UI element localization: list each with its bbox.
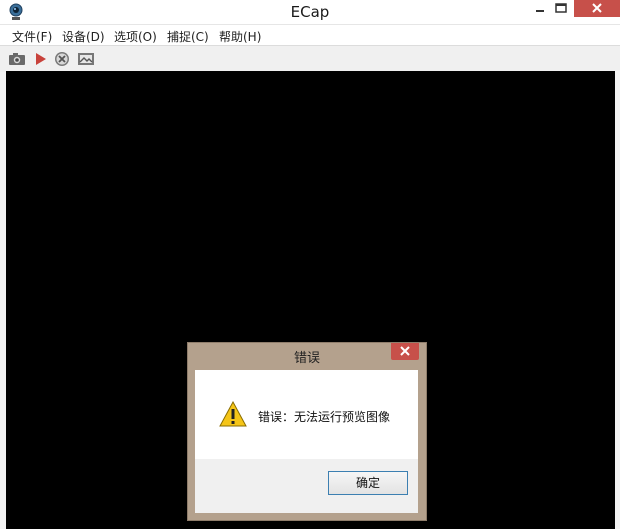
window-border [615, 71, 620, 529]
menu-help[interactable]: 帮助(H) [219, 28, 261, 45]
menu-options[interactable]: 选项(O) [114, 28, 157, 45]
play-icon[interactable] [31, 50, 49, 68]
warning-icon [219, 400, 247, 427]
dialog-body: 错误：无法运行预览图像 [195, 370, 418, 459]
minimize-icon [536, 10, 544, 12]
menu-device[interactable]: 设备(D) [62, 28, 105, 45]
dialog-close-button[interactable] [391, 343, 419, 360]
image-icon[interactable] [77, 50, 95, 68]
window-title: ECap [290, 3, 330, 21]
menu-bar: 文件(F) 设备(D) 选项(O) 捕捉(C) 帮助(H) [0, 24, 620, 46]
menu-file[interactable]: 文件(F) [12, 28, 52, 45]
minimize-button[interactable] [530, 0, 550, 17]
stop-icon[interactable] [53, 50, 71, 68]
maximize-icon [555, 3, 567, 13]
camera-icon[interactable] [8, 50, 26, 68]
error-dialog: 错误 错误：无法运行预览图像 确定 [187, 342, 427, 521]
menu-capture[interactable]: 捕捉(C) [167, 28, 209, 45]
maximize-button[interactable] [550, 0, 572, 17]
title-bar: ECap [0, 0, 620, 24]
close-button[interactable] [574, 0, 620, 17]
close-icon [400, 346, 410, 356]
close-icon [592, 3, 602, 13]
dialog-message: 错误：无法运行预览图像 [258, 410, 391, 424]
app-window: ECap 文件(F) 设备(D) 选项(O) 捕捉(C) 帮助(H) 错误 错误… [0, 0, 620, 529]
toolbar [0, 45, 620, 72]
ok-button[interactable]: 确定 [328, 471, 408, 495]
dialog-footer: 确定 [195, 459, 418, 513]
